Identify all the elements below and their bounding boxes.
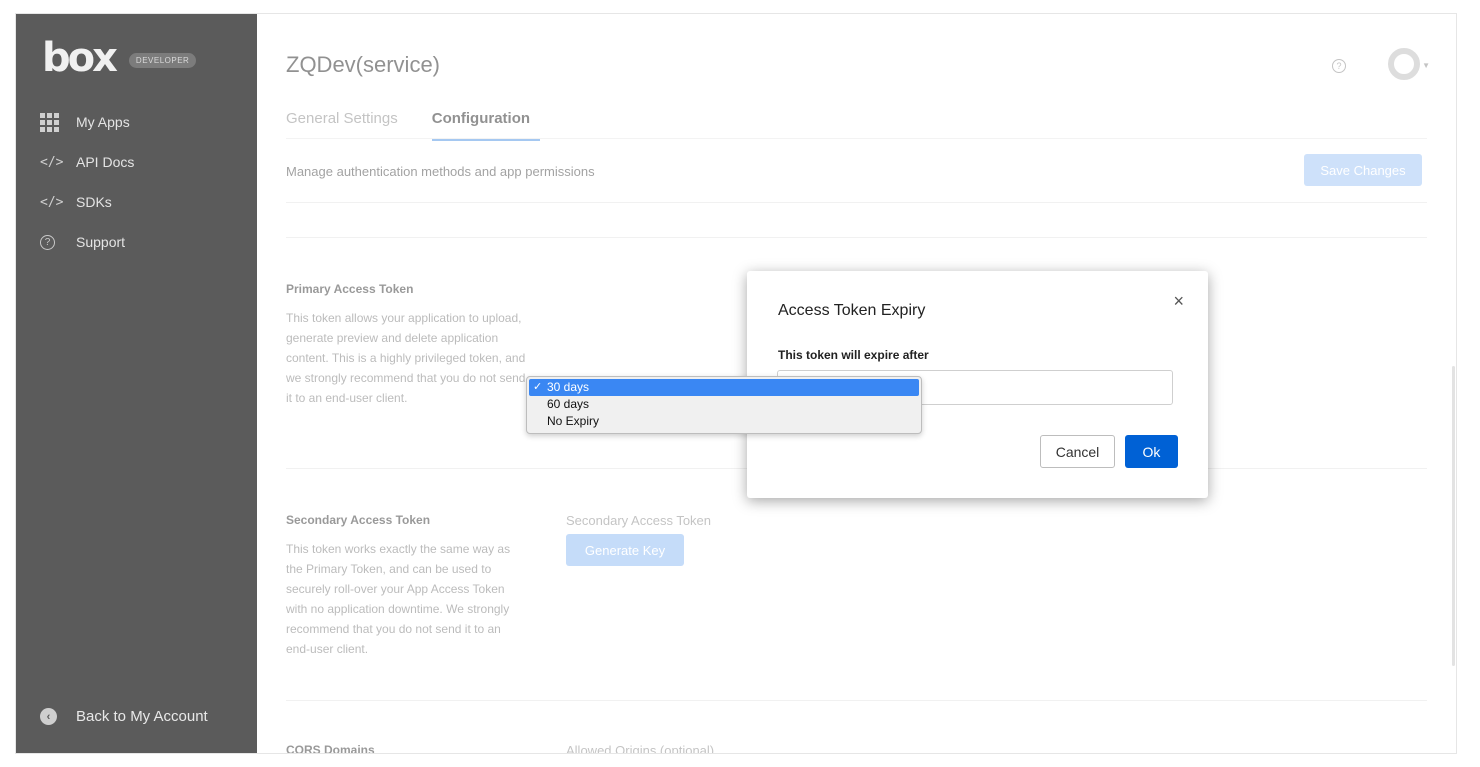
scrollbar[interactable] xyxy=(1452,366,1455,666)
option-label: 30 days xyxy=(547,380,590,394)
generate-key-button[interactable]: Generate Key xyxy=(566,534,684,566)
option-30-days[interactable]: ✓ 30 days xyxy=(529,379,919,396)
sidebar: box DEVELOPER My Apps </> API Docs </> S… xyxy=(16,14,257,753)
cors-field-label: Allowed Origins (optional) xyxy=(566,743,715,753)
back-to-account-link[interactable]: ‹ Back to My Account xyxy=(40,708,208,725)
tabs-divider xyxy=(286,138,1427,139)
option-60-days[interactable]: 60 days xyxy=(527,396,921,413)
tab-general-settings[interactable]: General Settings xyxy=(286,110,398,141)
developer-badge: DEVELOPER xyxy=(128,52,197,68)
back-label: Back to My Account xyxy=(76,708,208,725)
help-icon[interactable]: ? xyxy=(1332,59,1346,73)
code-icon: </> xyxy=(40,154,64,170)
expiry-dropdown-list: ✓ 30 days 60 days No Expiry xyxy=(526,376,922,434)
box-logo[interactable]: box DEVELOPER xyxy=(42,35,197,81)
option-label: 60 days xyxy=(547,397,590,411)
sidebar-item-label: SDKs xyxy=(76,194,112,210)
expiry-label: This token will expire after xyxy=(778,348,929,362)
tab-configuration[interactable]: Configuration xyxy=(431,110,541,141)
app-window: box DEVELOPER My Apps </> API Docs </> S… xyxy=(16,14,1456,753)
modal-title: Access Token Expiry xyxy=(778,302,926,319)
divider xyxy=(286,700,1427,701)
page-title: ZQDev(service) xyxy=(286,52,441,77)
option-no-expiry[interactable]: No Expiry xyxy=(527,413,921,430)
page-subtitle: Manage authentication methods and app pe… xyxy=(286,164,595,179)
logo-wordmark: box xyxy=(42,35,118,81)
tabs: General Settings Configuration xyxy=(286,110,541,141)
close-icon[interactable]: × xyxy=(1173,291,1184,312)
help-circle-icon: ? xyxy=(40,234,62,250)
divider xyxy=(286,202,1427,203)
option-label: No Expiry xyxy=(547,414,600,428)
sidebar-item-label: Support xyxy=(76,234,126,250)
secondary-token-field-label: Secondary Access Token xyxy=(566,513,712,528)
sidebar-item-label: API Docs xyxy=(76,154,135,170)
apps-grid-icon xyxy=(40,112,62,132)
divider xyxy=(286,237,1427,238)
sidebar-item-support[interactable]: ? Support xyxy=(16,222,257,262)
primary-token-title: Primary Access Token xyxy=(286,282,414,296)
chevron-left-icon: ‹ xyxy=(40,708,57,725)
ok-button[interactable]: Ok xyxy=(1125,435,1178,468)
checkmark-icon: ✓ xyxy=(533,381,543,393)
sidebar-item-api-docs[interactable]: </> API Docs xyxy=(16,142,257,182)
primary-token-description: This token allows your application to up… xyxy=(286,311,526,405)
sidebar-item-sdks[interactable]: </> SDKs xyxy=(16,182,257,222)
sidebar-nav: My Apps </> API Docs </> SDKs ? Support xyxy=(16,102,257,262)
save-changes-button[interactable]: Save Changes xyxy=(1304,154,1422,186)
cors-title: CORS Domains xyxy=(286,743,375,753)
code-icon: </> xyxy=(40,194,64,210)
sidebar-item-label: My Apps xyxy=(76,114,130,130)
avatar[interactable] xyxy=(1388,48,1420,80)
secondary-token-description: This token works exactly the same way as… xyxy=(286,542,511,656)
chevron-down-icon[interactable]: ▼ xyxy=(1422,61,1430,70)
secondary-token-title: Secondary Access Token xyxy=(286,513,431,527)
sidebar-item-my-apps[interactable]: My Apps xyxy=(16,102,257,142)
cancel-button[interactable]: Cancel xyxy=(1040,435,1115,468)
